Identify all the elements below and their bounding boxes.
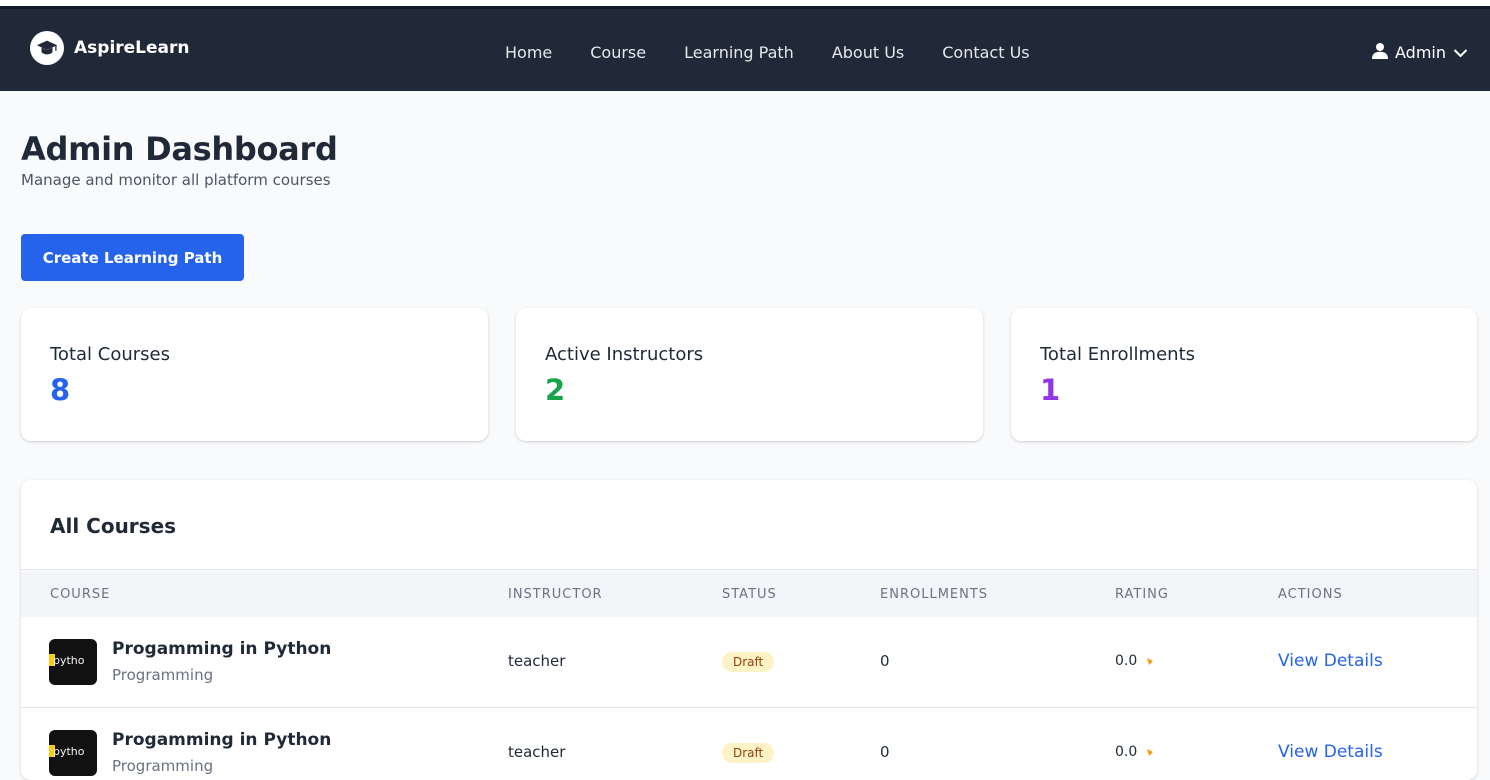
star-icon (1147, 749, 1154, 756)
stat-card-total-enrollments: Total Enrollments 1 (1011, 308, 1477, 441)
create-learning-path-button[interactable]: Create Learning Path (21, 234, 244, 281)
view-details-link[interactable]: View Details (1278, 742, 1383, 762)
stat-value: 1 (1040, 373, 1061, 407)
course-category: Programming (112, 757, 214, 775)
table-row: pytho Progamming in Python Programming t… (21, 617, 1477, 708)
graduation-cap-icon (30, 31, 64, 65)
instructor-name: teacher (508, 743, 566, 761)
course-category: Programming (112, 666, 214, 684)
column-header-course: COURSE (50, 587, 111, 602)
rating-value: 0.0 (1115, 744, 1138, 760)
page-subtitle: Manage and monitor all platform courses (21, 171, 331, 189)
course-name: Progamming in Python (112, 639, 332, 659)
user-name: Admin (1395, 43, 1446, 62)
course-rating: 0.0 (1115, 653, 1157, 669)
course-rating: 0.0 (1115, 744, 1157, 760)
nav-link-course[interactable]: Course (590, 43, 646, 62)
brand-name: AspireLearn (74, 38, 190, 58)
thumbnail-text: pytho (53, 654, 85, 667)
thumbnail-text: pytho (53, 745, 85, 758)
column-header-actions: ACTIONS (1278, 587, 1343, 602)
stat-value: 2 (545, 373, 566, 407)
status-badge: Draft (722, 743, 775, 763)
nav-link-learning-path[interactable]: Learning Path (684, 43, 794, 62)
stat-value: 8 (50, 373, 71, 407)
courses-title: All Courses (50, 514, 177, 538)
course-thumbnail: pytho (49, 730, 97, 776)
course-thumbnail: pytho (49, 639, 97, 685)
instructor-name: teacher (508, 652, 566, 670)
course-name: Progamming in Python (112, 730, 332, 750)
stat-label: Active Instructors (545, 344, 704, 365)
view-details-link[interactable]: View Details (1278, 651, 1383, 671)
column-header-rating: RATING (1115, 587, 1169, 602)
enrollment-count: 0 (880, 652, 890, 670)
main-nav: Home Course Learning Path About Us Conta… (505, 43, 1030, 62)
column-header-instructor: INSTRUCTOR (508, 587, 603, 602)
brand-home-link[interactable]: AspireLearn (30, 31, 190, 65)
rating-value: 0.0 (1115, 653, 1138, 669)
column-header-enrollments: ENROLLMENTS (880, 587, 989, 602)
column-header-status: STATUS (722, 587, 777, 602)
stat-label: Total Courses (50, 344, 170, 365)
stat-card-total-courses: Total Courses 8 (21, 308, 488, 441)
all-courses-panel: All Courses COURSE INSTRUCTOR STATUS ENR… (21, 480, 1477, 780)
page-header: Admin Dashboard Manage and monitor all p… (21, 130, 338, 189)
stat-card-active-instructors: Active Instructors 2 (516, 308, 983, 441)
nav-link-about-us[interactable]: About Us (832, 43, 904, 62)
table-row: pytho Progamming in Python Programming t… (21, 708, 1477, 780)
nav-link-home[interactable]: Home (505, 43, 552, 62)
page-title: Admin Dashboard (21, 130, 338, 168)
chevron-down-icon (1453, 43, 1468, 62)
top-navbar: AspireLearn Home Course Learning Path Ab… (0, 6, 1490, 91)
star-icon (1147, 658, 1154, 665)
user-icon (1372, 42, 1388, 63)
table-header: COURSE INSTRUCTOR STATUS ENROLLMENTS RAT… (21, 569, 1477, 617)
nav-link-contact-us[interactable]: Contact Us (942, 43, 1029, 62)
status-badge: Draft (722, 652, 775, 672)
enrollment-count: 0 (880, 743, 890, 761)
user-menu-toggle[interactable]: Admin (1372, 42, 1468, 63)
stat-label: Total Enrollments (1040, 344, 1196, 365)
